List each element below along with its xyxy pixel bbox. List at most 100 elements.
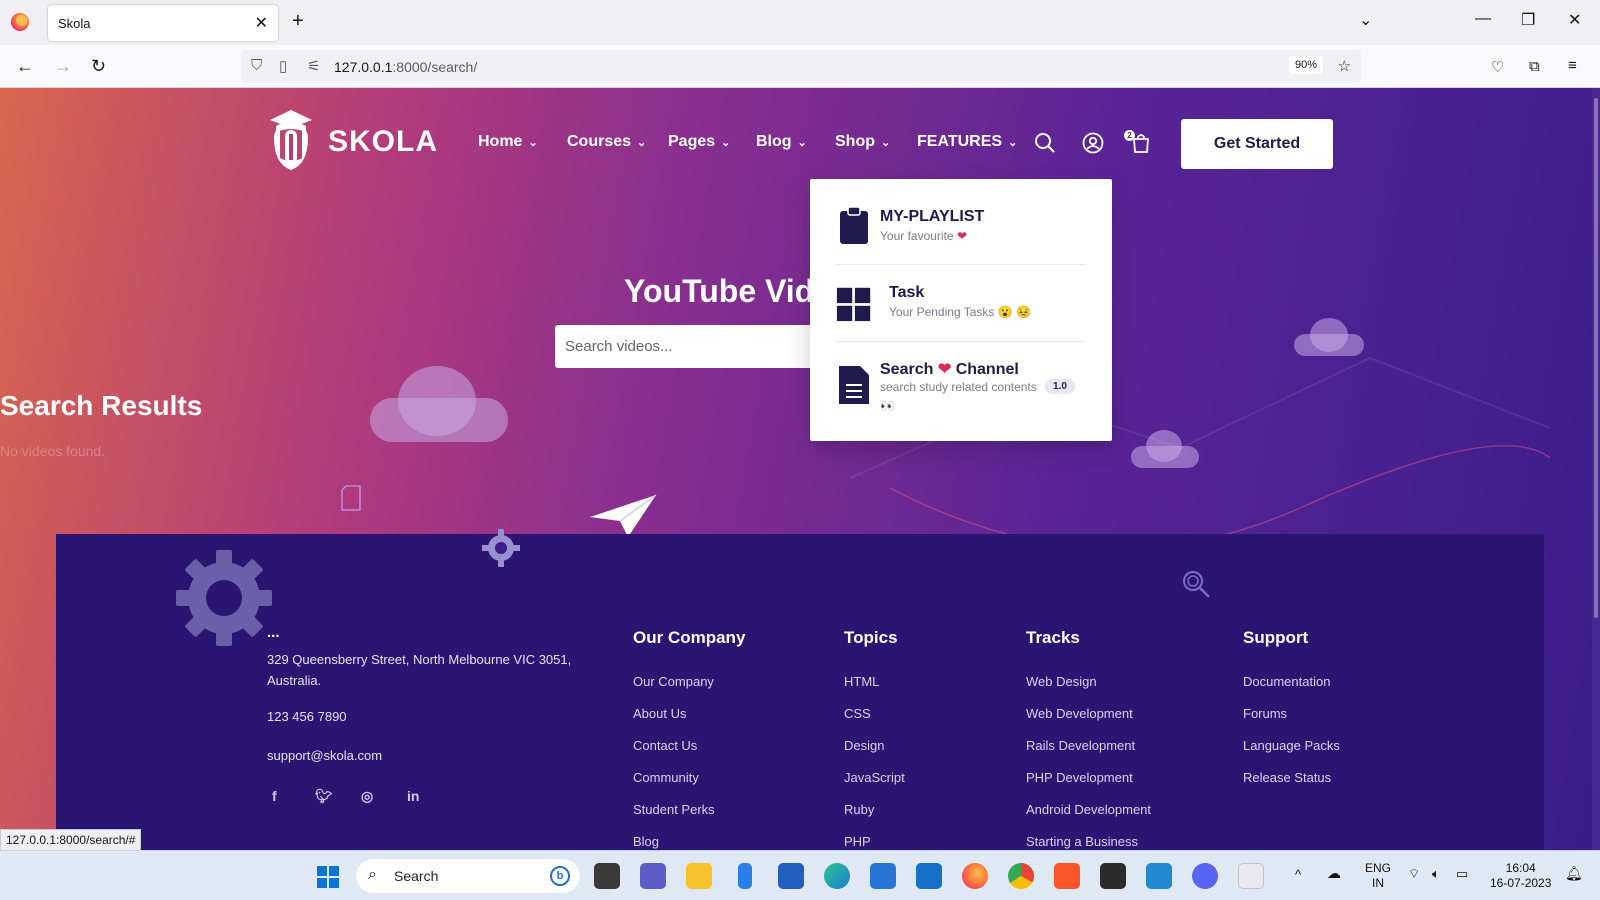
footer-link[interactable]: HTML	[844, 674, 879, 689]
footer-link[interactable]: Student Perks	[633, 802, 715, 817]
footer-link[interactable]: Android Development	[1026, 802, 1151, 817]
footer-link[interactable]: Starting a Business	[1026, 834, 1138, 849]
facebook-icon[interactable]: f	[272, 788, 277, 804]
show-hidden-icons-icon[interactable]: ^	[1295, 867, 1301, 882]
footer-link[interactable]: Rails Development	[1026, 738, 1135, 753]
window-close-icon[interactable]: ✕	[1568, 10, 1581, 30]
reload-icon[interactable]: ↻	[91, 56, 106, 77]
footer-link[interactable]: Design	[844, 738, 884, 753]
menu-icon[interactable]: ≡	[1568, 57, 1577, 74]
skola-logo[interactable]: SKOLA	[266, 108, 437, 174]
menu-shop[interactable]: Shop ⌄	[835, 133, 890, 151]
results-empty-text: No videos found.	[0, 443, 106, 459]
edge-icon[interactable]	[824, 863, 850, 889]
file-explorer-icon[interactable]	[686, 863, 712, 889]
windows-start-icon[interactable]	[316, 865, 340, 889]
instagram-icon[interactable]: ◎	[361, 788, 373, 805]
page-scrollbar[interactable]	[1592, 88, 1600, 850]
task-view-icon[interactable]	[594, 863, 620, 889]
zoom-badge[interactable]: 90%	[1288, 56, 1323, 74]
dropdown-item-task[interactable]: Task Your Pending Tasks 😮 😣	[836, 284, 1086, 330]
footer-link[interactable]: Ruby	[844, 802, 874, 817]
bookmark-star-icon[interactable]: ☆	[1338, 57, 1351, 75]
twitter-icon[interactable]: 🐦︎	[315, 788, 333, 805]
extensions-icon[interactable]: ⧉	[1529, 58, 1540, 75]
footer-link[interactable]: Forums	[1243, 706, 1287, 721]
menu-home[interactable]: Home ⌄	[478, 133, 538, 151]
restore-icon[interactable]: ❐	[1521, 10, 1535, 30]
dropdown-item-playlist[interactable]: MY-PLAYLIST Your favourite ❤	[836, 206, 1086, 252]
firefox-icon[interactable]	[11, 13, 29, 31]
user-icon[interactable]	[1082, 132, 1104, 154]
firefox-taskbar-icon[interactable]	[962, 863, 988, 889]
power-automate-icon[interactable]	[738, 863, 752, 889]
chevron-down-icon: ⌄	[881, 137, 891, 149]
footer-link[interactable]: Documentation	[1243, 674, 1330, 689]
bing-icon[interactable]: b	[550, 866, 570, 886]
vscode-icon[interactable]	[1146, 863, 1172, 889]
footer-link[interactable]: Contact Us	[633, 738, 697, 753]
get-started-button[interactable]: Get Started	[1181, 119, 1333, 169]
footer-link[interactable]: About Us	[633, 706, 686, 721]
onedrive-icon[interactable]: ☁	[1327, 866, 1341, 881]
list-tabs-icon[interactable]: ⌄	[1359, 10, 1372, 30]
scrollbar-thumb[interactable]	[1594, 98, 1598, 618]
heart-icon: ❤	[956, 229, 968, 243]
url-bar[interactable]: ⛉ ▯ ⚟ 127.0.0.1:8000/search/ 90% ☆	[241, 50, 1361, 83]
battery-icon[interactable]: ▭	[1456, 866, 1468, 881]
dropdown-item-search-channel[interactable]: Search ❤ Channel search study related co…	[836, 359, 1086, 421]
cloud-decoration	[398, 366, 476, 436]
footer-link[interactable]: Release Status	[1243, 770, 1331, 785]
footer-link[interactable]: Web Development	[1026, 706, 1133, 721]
search-icon[interactable]	[1034, 132, 1056, 154]
footer-link[interactable]: Community	[633, 770, 699, 785]
footer-link[interactable]: Our Company	[633, 674, 714, 689]
permissions-icon[interactable]: ⚟	[307, 57, 320, 75]
clipboard-icon	[840, 206, 868, 244]
menu-features[interactable]: FEATURES ⌄	[917, 133, 1017, 151]
back-icon[interactable]: ←	[16, 56, 34, 77]
tab-close-icon[interactable]: ✕	[255, 13, 268, 33]
dropdown-divider	[836, 341, 1086, 342]
taskbar-search[interactable]: ⌕ Search b	[356, 859, 580, 893]
footer-link[interactable]: CSS	[844, 706, 871, 721]
menu-label: Shop	[835, 133, 875, 150]
shield-icon[interactable]: ⛉	[251, 57, 262, 74]
menu-pages[interactable]: Pages ⌄	[668, 133, 730, 151]
pocket-icon[interactable]: ♡	[1491, 58, 1504, 76]
footer-link[interactable]: Web Design	[1026, 674, 1097, 689]
search-videos-input[interactable]	[555, 325, 835, 368]
remote-desktop-icon[interactable]	[916, 863, 942, 889]
menu-courses[interactable]: Courses ⌄	[567, 133, 646, 151]
page-icon[interactable]: ▯	[279, 57, 287, 75]
language-indicator[interactable]: ENG IN	[1365, 861, 1391, 891]
browser-tab[interactable]: Skola ✕	[48, 5, 278, 41]
footer-link[interactable]: JavaScript	[844, 770, 905, 785]
minimize-icon[interactable]: —	[1475, 10, 1491, 28]
footer-link[interactable]: Language Packs	[1243, 738, 1340, 753]
terminal-icon[interactable]	[1100, 863, 1126, 889]
snipping-tool-icon[interactable]	[1238, 863, 1264, 889]
url-text[interactable]: 127.0.0.1:8000/search/	[334, 59, 477, 75]
discord-icon[interactable]	[1192, 863, 1218, 889]
wifi-icon[interactable]: ⌔	[1408, 866, 1420, 881]
footer-email[interactable]: support@skola.com	[267, 748, 382, 763]
chrome-icon[interactable]	[1008, 863, 1034, 889]
footer-link[interactable]: PHP	[844, 834, 871, 849]
clock-date: 16-07-2023	[1490, 876, 1552, 890]
notification-bell-icon[interactable]: 🔔︎	[1565, 866, 1583, 881]
microsoft-store-icon[interactable]	[778, 863, 804, 889]
windows-taskbar: ⌕ Search b ^ ☁ ENG IN ⌔ 🔈︎ ▭ 16:04 16-07…	[0, 850, 1600, 900]
linkedin-icon[interactable]: in	[407, 788, 419, 804]
menu-blog[interactable]: Blog ⌄	[756, 133, 807, 151]
brave-icon[interactable]	[1054, 863, 1080, 889]
footer-link[interactable]: PHP Development	[1026, 770, 1133, 785]
volume-icon[interactable]: 🔈︎	[1432, 866, 1440, 881]
todo-icon[interactable]	[870, 863, 896, 889]
new-tab-icon[interactable]: +	[292, 10, 304, 33]
forward-icon[interactable]: →	[54, 56, 72, 77]
footer-phone[interactable]: 123 456 7890	[267, 709, 347, 724]
teams-chat-icon[interactable]	[640, 863, 666, 889]
clock[interactable]: 16:04 16-07-2023	[1490, 861, 1551, 891]
footer-link[interactable]: Blog	[633, 834, 659, 849]
